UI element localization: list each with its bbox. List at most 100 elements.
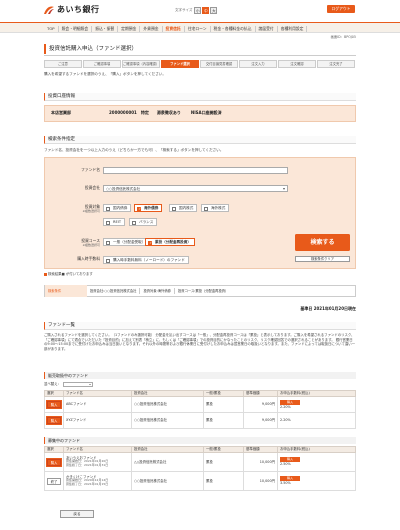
- ended-button[interactable]: 終了: [47, 477, 61, 485]
- checkbox-icon: [204, 206, 208, 211]
- account-section-title: 投資口座情報: [44, 93, 356, 101]
- logout-button[interactable]: ログアウト: [327, 5, 355, 13]
- account-nisa: NISA口座開設済: [190, 110, 222, 116]
- search-conditions: 検索条件 投資会社:○○投資信託株式会社 投資対象:海外債券 投資コース:累投（…: [44, 285, 356, 297]
- step-item: ご注意: [44, 60, 82, 68]
- fund-price: 10,000円: [243, 471, 278, 491]
- sort-select[interactable]: [62, 382, 93, 387]
- checkbox-icon: [172, 206, 176, 211]
- checkbox-icon: [106, 258, 110, 263]
- bank-name: あいち銀行: [57, 5, 100, 15]
- target-label: 投資対象 ※複数選択可: [45, 204, 100, 213]
- nav-item[interactable]: 各種利用設定: [278, 25, 308, 32]
- target-domestic-bond-checkbox[interactable]: 国内債券: [103, 204, 132, 212]
- buy-button[interactable]: 購入: [47, 458, 61, 466]
- nav-item[interactable]: TOP: [44, 25, 59, 32]
- nav-item[interactable]: 住宅ローン: [185, 25, 211, 32]
- account-withholding: 源泉徴収あり: [156, 110, 181, 116]
- step-item: ご確認事項: [83, 60, 121, 68]
- checkbox-label: 一般（分配金受取）: [113, 240, 146, 244]
- checkbox-icon: [148, 240, 152, 247]
- nav-item[interactable]: 照会・明細照会: [59, 25, 93, 32]
- checkbox-icon: [106, 240, 110, 245]
- company-label: 投資会社: [84, 185, 100, 190]
- fund-fee: 2.20%: [280, 404, 291, 409]
- course-reinvest-checkbox[interactable]: 累投（分配金再投資）: [145, 238, 195, 247]
- step-item: 交付目論見書確認: [200, 60, 238, 68]
- table-row: 購入 ABCファンド ○○投資信託株式会社 累投 9,000円 購入 2.20%: [44, 396, 356, 413]
- step-item: 注文確認: [278, 60, 316, 68]
- checkbox-label: 国内債券: [113, 206, 128, 210]
- clear-conditions-button[interactable]: 検索条件クリア: [295, 256, 350, 262]
- table-row: 購入 あいうえおファンド 募集開始日：2021年01月20日 募集終了日：202…: [44, 452, 356, 472]
- chevron-down-icon: [283, 187, 285, 190]
- select-cell: 終了: [44, 471, 64, 491]
- fund-name: ABCファンド: [63, 396, 132, 413]
- select-cell: 購入: [44, 452, 64, 472]
- target-foreign-bond-checkbox[interactable]: 海外債券: [134, 204, 163, 213]
- table-row: 終了 かきくけこファンド 募集開始日：2020年12月14日 募集終了日：202…: [44, 471, 356, 491]
- checkbox-icon: [106, 206, 110, 211]
- fund-name-cell: かきくけこファンド 募集開始日：2020年12月14日 募集終了日：2021年0…: [63, 471, 132, 491]
- target-balance-checkbox[interactable]: バランス: [129, 218, 158, 226]
- condition-course: 投資コース:累投（分配金再投資）: [177, 289, 229, 293]
- nav-item[interactable]: 投資信託: [163, 25, 185, 32]
- fund-name-cell: あいうえおファンド 募集開始日：2021年01月20日 募集終了日：2021年0…: [63, 452, 132, 472]
- selling-funds-table: 選択 ファンド名 投資会社 一般/累投 基準価額 お申込手数料(税込) 購入 A…: [44, 390, 356, 429]
- title-divider: [44, 55, 356, 56]
- checkbox-label: 購入時手数料無料（ノーロード）のファンド: [113, 258, 185, 262]
- target-reit-checkbox[interactable]: REIT: [103, 218, 126, 226]
- checkbox-icon: [137, 206, 141, 213]
- nav-item[interactable]: 外貨預金: [140, 25, 163, 32]
- step-item: 注文入力: [239, 60, 277, 68]
- nav-item[interactable]: 諸届受付: [256, 25, 278, 32]
- checkbox-label: 累投（分配金再投資）: [155, 240, 191, 244]
- noload-checkbox[interactable]: 購入時手数料無料（ノーロード）のファンド: [103, 256, 189, 264]
- target-domestic-stock-checkbox[interactable]: 国内株式: [169, 204, 198, 212]
- company-select-value: ○○投資信託株式会社: [106, 187, 141, 191]
- font-size-medium-button[interactable]: 中: [202, 7, 210, 14]
- font-size-switcher: 文字サイズ 小 中 大: [175, 7, 218, 14]
- course-general-checkbox[interactable]: 一般（分配金受取）: [103, 238, 150, 246]
- checkbox-label: バランス: [139, 220, 154, 224]
- fund-fee: 3.50%: [280, 481, 291, 486]
- font-size-label: 文字サイズ: [175, 8, 193, 13]
- target-foreign-stock-checkbox[interactable]: 海外株式: [201, 204, 230, 212]
- select-cell: 購入: [44, 412, 64, 429]
- condition-company: 投資会社:○○投資信託株式会社: [87, 288, 141, 294]
- base-date: 基準日 2021年01月20日現在: [300, 306, 356, 311]
- checkbox-icon: [132, 220, 136, 225]
- buy-button[interactable]: 購入: [47, 417, 61, 424]
- account-branch: 本店営業部: [51, 110, 71, 116]
- sort-control: 並べ替え：: [44, 382, 93, 387]
- bank-logo-icon: [44, 6, 54, 14]
- fund-fee-cell: 購入 2.50%: [277, 452, 356, 472]
- fund-name: XYZファンド: [63, 412, 132, 429]
- required-mark-icon: [44, 272, 47, 276]
- fund-fee: 2.20%: [277, 412, 356, 429]
- condition-target: 投資対象:海外債券: [140, 288, 175, 294]
- company-select[interactable]: ○○投資信託株式会社: [103, 185, 288, 192]
- fund-course: 累投: [203, 412, 244, 429]
- fund-company: ○○投資信託株式会社: [131, 471, 204, 491]
- nav-item[interactable]: 税金・各種料金の払込: [211, 25, 256, 32]
- search-form: ファンド名 投資会社 ○○投資信託株式会社 投資対象 ※複数選択可 国内債券 海…: [44, 157, 356, 269]
- nav-item[interactable]: 定期預金: [118, 25, 141, 32]
- fund-list-description: ご購入されるファンドを選択してください。（1ファンドのみ選択可能） 分配金を払い…: [44, 333, 356, 351]
- fund-course: 累投: [203, 452, 244, 472]
- step-indicator: ご注意 ご確認事項 ご確認事項（內容確認） ファンド選択 交付目論見書確認 注文入力 注文確…: [44, 60, 356, 68]
- buy-button[interactable]: 購入: [47, 401, 61, 408]
- back-button[interactable]: 戻る: [60, 510, 94, 518]
- bank-logo[interactable]: あいち銀行: [43, 5, 100, 15]
- font-size-small-button[interactable]: 小: [194, 7, 202, 14]
- font-size-large-button[interactable]: 大: [210, 7, 218, 14]
- sort-label: 並べ替え：: [44, 382, 61, 387]
- conditions-key: 検索条件: [45, 285, 87, 297]
- recruiting-funds-title: 募集中のファンド: [44, 437, 356, 444]
- fund-name-input[interactable]: [103, 167, 288, 174]
- checkbox-label: REIT: [113, 220, 122, 224]
- checkbox-icon: [106, 220, 110, 225]
- intro-text: 購入を希望するファンドを選択のうえ、「購入」ボタンを押してください。: [44, 72, 166, 76]
- nav-item[interactable]: 振込・振替: [92, 25, 119, 32]
- search-button[interactable]: 検索する: [295, 234, 350, 251]
